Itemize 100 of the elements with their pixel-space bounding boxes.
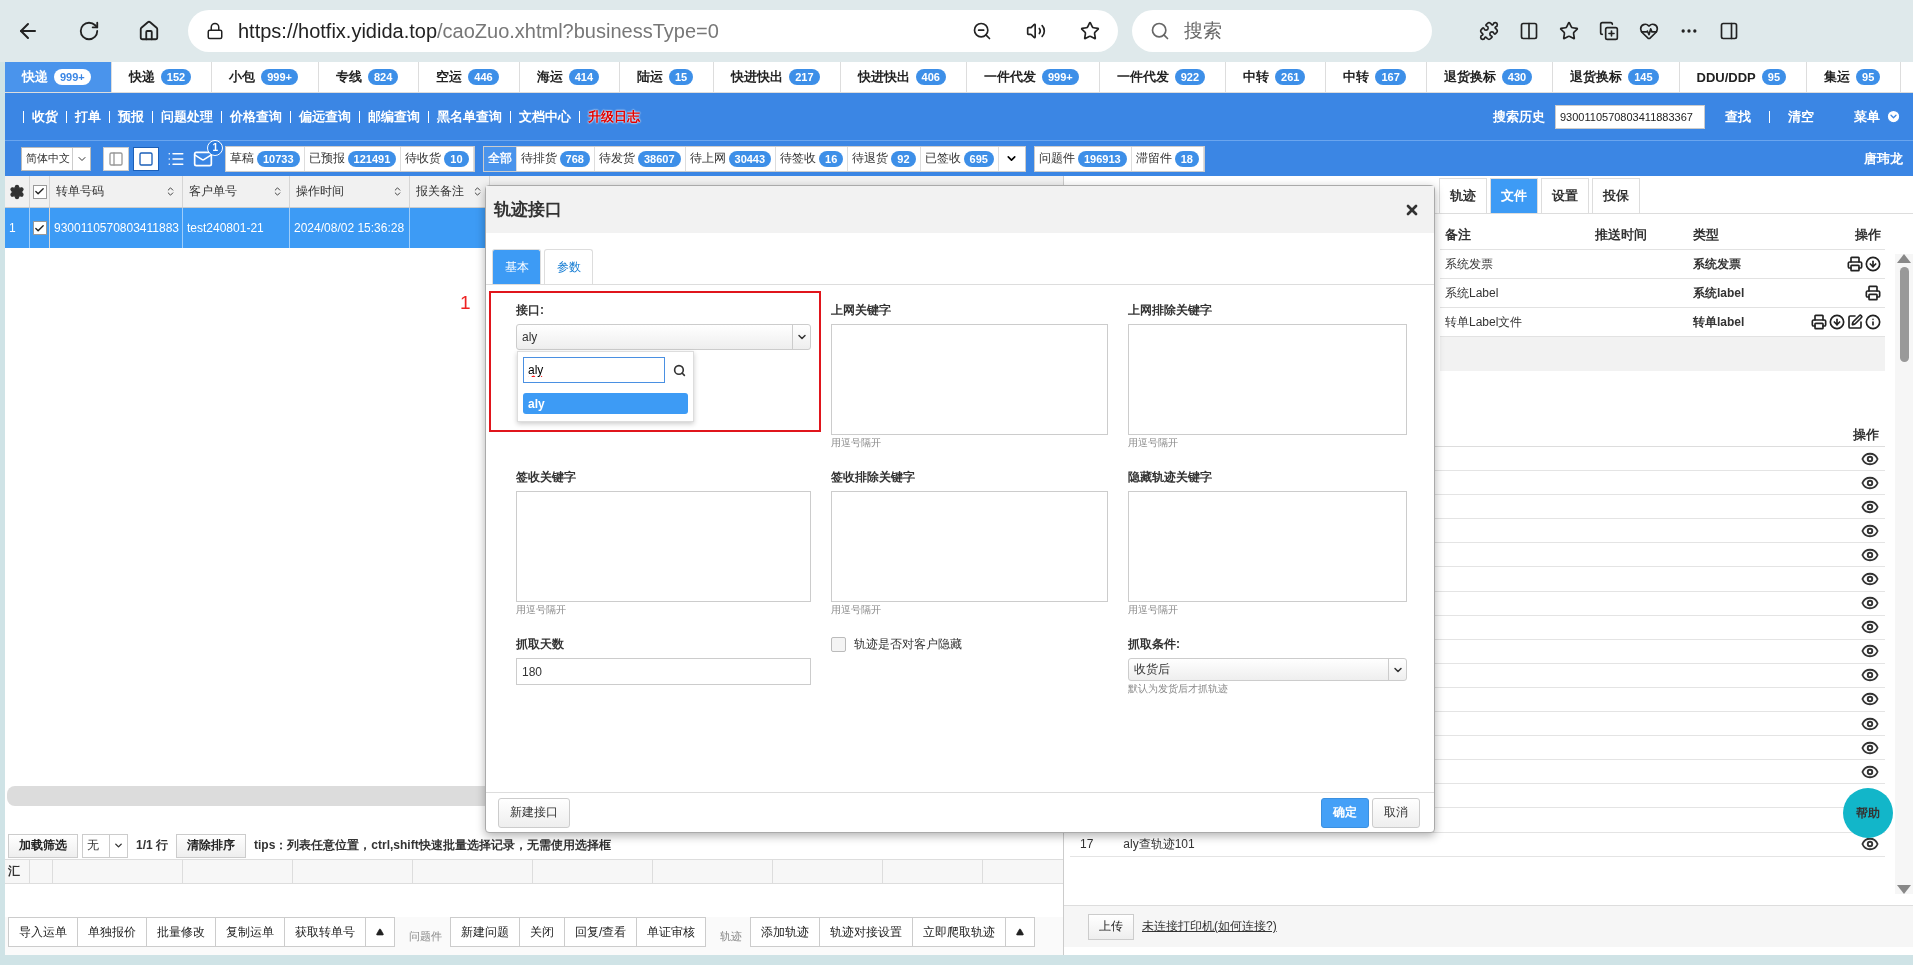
dropdown-search-field[interactable]: aly xyxy=(523,357,665,383)
nav-link[interactable]: 文档中心 xyxy=(519,107,571,126)
nav-link[interactable]: 黑名单查询 xyxy=(437,107,502,126)
scrollbar[interactable] xyxy=(1895,254,1913,894)
sort-icon[interactable] xyxy=(165,186,176,197)
column-header[interactable]: 转单号码 xyxy=(50,176,183,207)
sort-icon[interactable] xyxy=(392,186,403,197)
status-filter[interactable]: 待上网 30443 xyxy=(685,146,777,171)
status-filter[interactable]: 问题件 196913 xyxy=(1034,146,1132,171)
status-filter[interactable]: 已签收 695 xyxy=(920,146,999,171)
nav-link[interactable]: 价格查询 xyxy=(230,107,282,126)
split-screen-icon[interactable] xyxy=(1519,21,1539,41)
keyword-field[interactable] xyxy=(831,324,1108,435)
clear-sort-button[interactable]: 清除排序 xyxy=(176,833,246,858)
action-button[interactable]: 批量修改 xyxy=(147,917,216,947)
sort-icon[interactable] xyxy=(472,186,483,197)
print-icon[interactable] xyxy=(1865,285,1881,301)
load-filter-button[interactable]: 加载筛选 xyxy=(8,833,78,858)
action-button[interactable]: 单证审核 xyxy=(637,917,707,947)
status-filter[interactable]: 待退货 92 xyxy=(848,146,921,171)
menu-button[interactable]: 菜单 xyxy=(1854,107,1901,126)
status-filter[interactable]: 待签收 16 xyxy=(776,146,849,171)
action-button[interactable]: 导入运单 xyxy=(8,917,78,947)
status-filter[interactable]: 待排货 768 xyxy=(516,146,595,171)
new-interface-button[interactable]: 新建接口 xyxy=(498,797,570,828)
download-icon[interactable] xyxy=(1865,256,1881,272)
search-field[interactable]: 搜索 xyxy=(1132,10,1432,52)
nav-link[interactable]: 预报 xyxy=(118,107,144,126)
settings-icon[interactable] xyxy=(9,183,25,200)
days-input[interactable]: 180 xyxy=(516,658,811,685)
action-button[interactable]: 单独报价 xyxy=(78,917,147,947)
favorites-icon[interactable] xyxy=(1559,21,1579,41)
action-button[interactable]: 立即爬取轨迹 xyxy=(913,917,1007,947)
module-tab[interactable]: 快递 999+ xyxy=(5,62,112,92)
panel-tab[interactable]: 设置 xyxy=(1541,178,1589,213)
lock-icon[interactable] xyxy=(206,22,224,40)
speaker-icon[interactable] xyxy=(1026,21,1046,41)
upload-button[interactable]: 上传 xyxy=(1088,913,1134,940)
status-filter[interactable]: 草稿 10733 xyxy=(226,146,305,171)
search-icon[interactable] xyxy=(673,363,686,377)
print-icon[interactable] xyxy=(1847,256,1863,272)
address-bar[interactable]: https://hotfix.yidida.top/caoZuo.xhtml?businessType=0 xyxy=(188,10,1118,52)
printer-link[interactable]: 未连接打印机(如何连接?) xyxy=(1142,918,1277,935)
star-icon[interactable] xyxy=(1080,21,1100,41)
action-button[interactable]: 新建问题 xyxy=(450,917,520,947)
keyword-field[interactable] xyxy=(1128,324,1407,435)
status-filter[interactable]: 滞留件 18 xyxy=(1131,146,1204,171)
nav-link[interactable]: 偏远查询 xyxy=(299,107,351,126)
layout-toggle[interactable] xyxy=(133,146,159,171)
column-header[interactable]: 操作时间 xyxy=(290,176,410,207)
home-icon[interactable] xyxy=(138,20,160,42)
print-icon[interactable] xyxy=(1811,314,1827,330)
status-filter[interactable]: 待收货 10 xyxy=(401,146,474,171)
file-type: 转单label xyxy=(1693,313,1746,331)
zoom-out-icon[interactable] xyxy=(972,21,992,41)
panel-tab[interactable]: 投保 xyxy=(1592,178,1640,213)
count-badge: 10 xyxy=(444,150,469,167)
nav-link[interactable]: 收货 xyxy=(32,107,58,126)
sort-icon[interactable] xyxy=(272,186,283,197)
checkbox[interactable] xyxy=(32,221,47,235)
sidebar-icon[interactable] xyxy=(1719,21,1739,41)
column-header[interactable]: 客户单号 xyxy=(183,176,290,207)
checkbox[interactable] xyxy=(32,184,47,199)
puzzle-icon[interactable] xyxy=(1479,21,1499,41)
status-filter[interactable]: 已预报 121491 xyxy=(304,146,402,171)
panel-tab[interactable]: 轨迹 xyxy=(1439,178,1487,213)
dialog-tab[interactable]: 参数 xyxy=(544,249,593,284)
keyword-field[interactable] xyxy=(516,491,811,602)
reload-icon[interactable] xyxy=(78,20,100,42)
count-badge: 217 xyxy=(789,69,820,85)
action-button[interactable]: 复制运单 xyxy=(216,917,285,947)
action-button[interactable]: 轨迹对接设置 xyxy=(820,917,914,947)
find-link[interactable]: 查找 xyxy=(1725,107,1751,126)
nav-link[interactable]: 打单 xyxy=(75,107,101,126)
hide-track-option[interactable]: 轨迹是否对客户隐藏 xyxy=(831,636,1108,653)
language-select[interactable]: 简体中文 xyxy=(21,146,91,171)
clear-link[interactable]: 清空 xyxy=(1788,107,1814,126)
info-icon[interactable] xyxy=(1865,314,1881,330)
action-button[interactable]: 回复/查看 xyxy=(565,917,638,947)
edit-icon[interactable] xyxy=(1847,314,1863,330)
action-button[interactable]: 关闭 xyxy=(520,917,565,947)
nav-link[interactable]: 问题处理 xyxy=(161,107,213,126)
heart-pulse-icon[interactable] xyxy=(1639,21,1659,41)
nav-link[interactable]: 邮编查询 xyxy=(368,107,420,126)
condition-select[interactable]: 收货后 xyxy=(1128,658,1407,681)
download-icon[interactable] xyxy=(1829,314,1845,330)
action-button[interactable]: 获取转单号 xyxy=(285,917,366,947)
status-filter[interactable]: 待发货 38607 xyxy=(594,146,686,171)
search-input[interactable]: 9300110570803411883367 xyxy=(1555,104,1705,129)
view-icon[interactable] xyxy=(1861,570,1879,588)
checkbox[interactable] xyxy=(831,637,846,652)
cancel-button[interactable]: 取消 xyxy=(1372,797,1420,828)
keyword-field[interactable] xyxy=(831,491,1108,602)
keyword-field[interactable] xyxy=(1128,491,1407,602)
filter-select[interactable]: 无 xyxy=(82,833,128,858)
more-button[interactable] xyxy=(1006,917,1036,947)
collections-icon[interactable] xyxy=(1599,21,1619,41)
action-button[interactable]: 添加轨迹 xyxy=(750,917,821,947)
interface-select[interactable]: aly xyxy=(516,324,811,350)
more-button[interactable] xyxy=(366,917,395,947)
